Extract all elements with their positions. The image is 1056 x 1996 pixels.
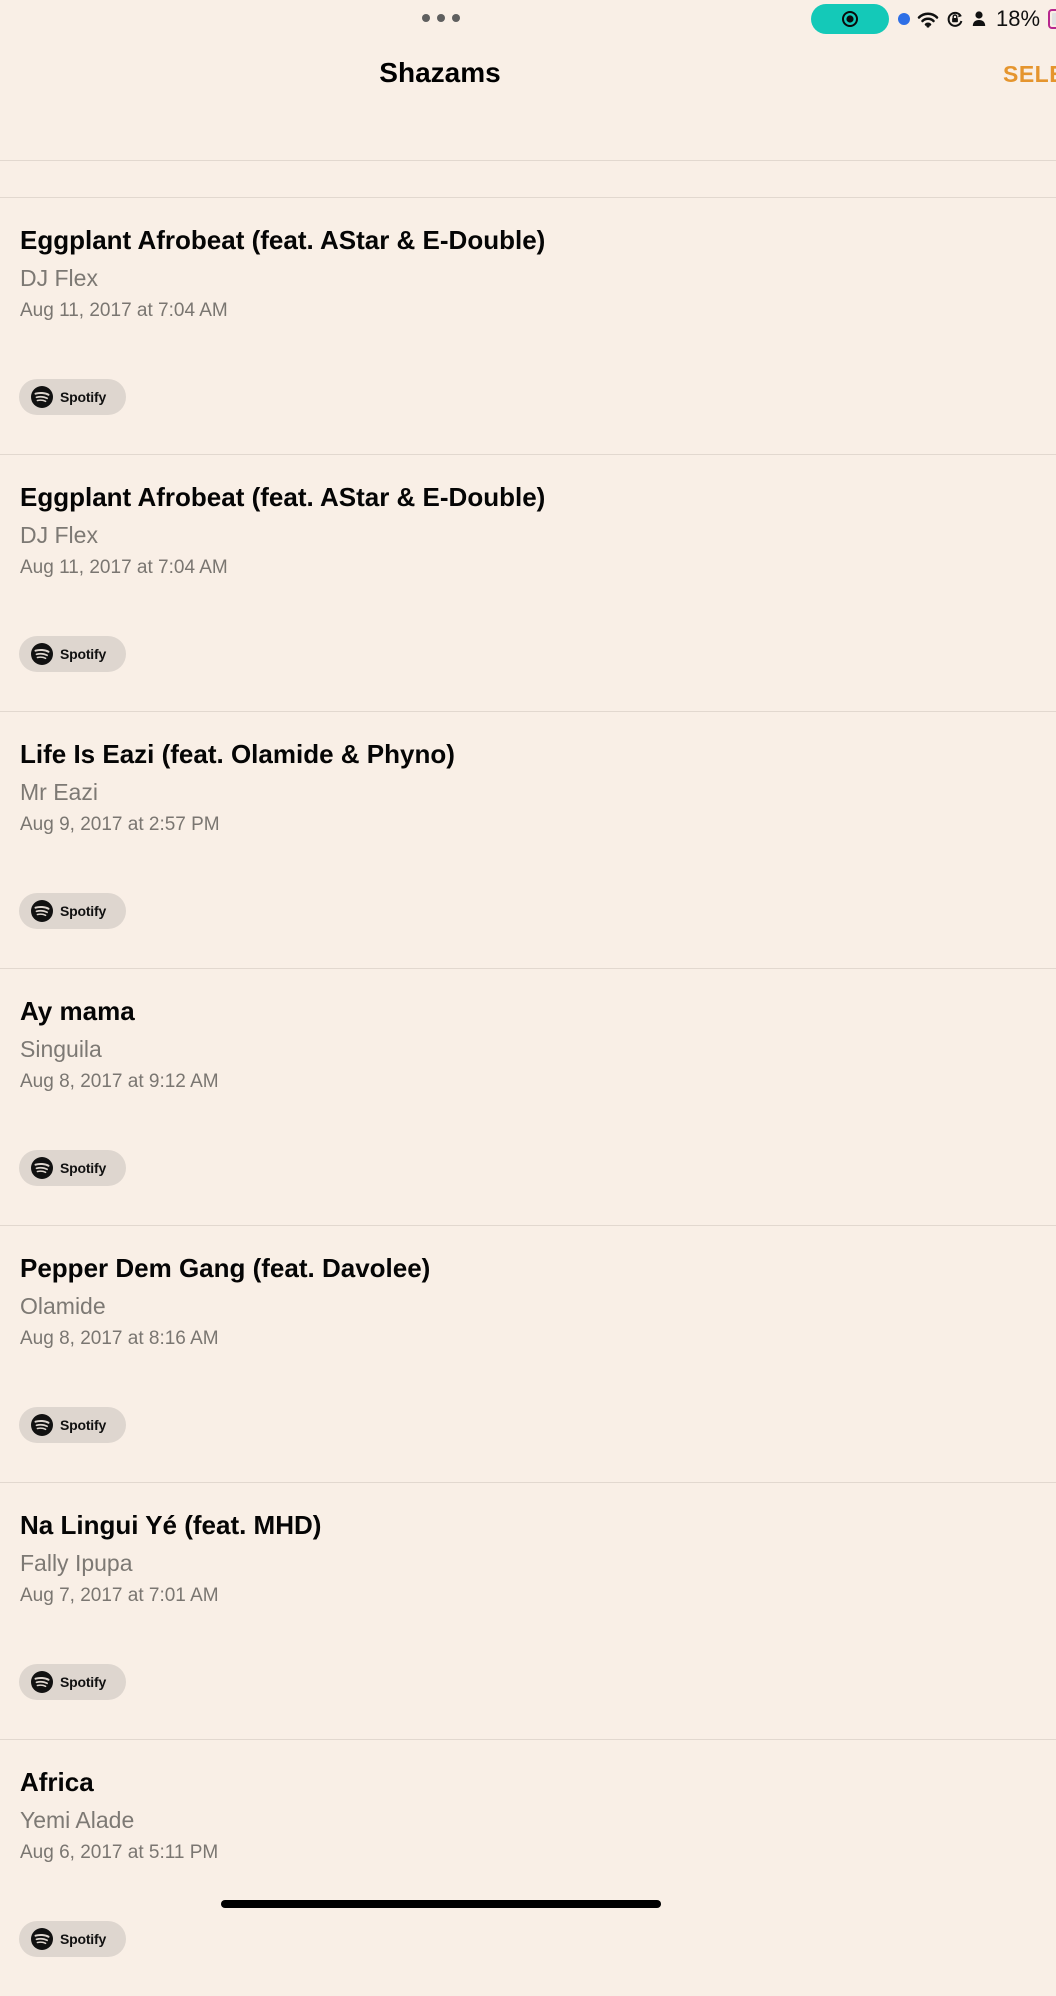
more-dots-icon <box>437 14 445 22</box>
spotify-icon <box>31 643 53 665</box>
spotify-button[interactable]: Spotify <box>19 1921 126 1957</box>
spotify-label: Spotify <box>60 1674 107 1690</box>
spotify-icon <box>31 1414 53 1436</box>
spotify-icon <box>31 1671 53 1693</box>
list-item[interactable]: Na Lingui Yé (feat. MHD) Fally Ipupa Aug… <box>0 1482 1056 1739</box>
spotify-icon <box>31 1928 53 1950</box>
spotify-button[interactable]: Spotify <box>19 379 126 415</box>
shazam-date: Aug 7, 2017 at 7:01 AM <box>20 1585 219 1606</box>
spotify-icon <box>31 386 53 408</box>
battery-percent: 18% <box>996 6 1041 31</box>
artist-name: DJ Flex <box>20 265 98 291</box>
shazam-list: Eggplant Afrobeat (feat. AStar & E-Doubl… <box>0 197 1056 1996</box>
spotify-button[interactable]: Spotify <box>19 893 126 929</box>
list-item[interactable]: Ay mama Singuila Aug 8, 2017 at 9:12 AM … <box>0 968 1056 1225</box>
spotify-icon <box>31 1157 53 1179</box>
list-item[interactable]: Pepper Dem Gang (feat. Davolee) Olamide … <box>0 1225 1056 1482</box>
shazam-date: Aug 6, 2017 at 5:11 PM <box>20 1842 219 1863</box>
spotify-icon <box>31 900 53 922</box>
wifi-icon <box>917 12 939 28</box>
spotify-button[interactable]: Spotify <box>19 1664 126 1700</box>
home-indicator[interactable] <box>221 1900 661 1908</box>
artist-name: DJ Flex <box>20 522 98 548</box>
select-button[interactable]: SELE <box>1003 59 1056 89</box>
song-title: Pepper Dem Gang (feat. Davolee) <box>20 1253 431 1283</box>
list-item[interactable]: Eggplant Afrobeat (feat. AStar & E-Doubl… <box>0 454 1056 711</box>
battery-icon <box>1048 9 1056 29</box>
shazam-date: Aug 8, 2017 at 9:12 AM <box>20 1071 219 1092</box>
screen-record-indicator[interactable] <box>811 4 889 34</box>
shazam-date: Aug 11, 2017 at 7:04 AM <box>20 300 228 321</box>
status-dots[interactable] <box>422 12 460 24</box>
status-icons-row: 18% <box>898 6 1056 32</box>
song-title: Ay mama <box>20 996 135 1026</box>
header-divider <box>0 160 1056 161</box>
artist-name: Mr Eazi <box>20 779 98 805</box>
spotify-label: Spotify <box>60 389 107 405</box>
person-icon <box>972 11 986 26</box>
page-title: Shazams <box>379 57 501 88</box>
song-title: Eggplant Afrobeat (feat. AStar & E-Doubl… <box>20 225 546 255</box>
artist-name: Olamide <box>20 1293 106 1319</box>
more-dots-icon <box>422 14 430 22</box>
more-dots-icon <box>452 14 460 22</box>
song-title: Life Is Eazi (feat. Olamide & Phyno) <box>20 739 455 769</box>
song-title: Na Lingui Yé (feat. MHD) <box>20 1510 322 1540</box>
spotify-button[interactable]: Spotify <box>19 1150 126 1186</box>
artist-name: Fally Ipupa <box>20 1550 133 1576</box>
spotify-label: Spotify <box>60 646 107 662</box>
shazam-date: Aug 11, 2017 at 7:04 AM <box>20 557 228 578</box>
list-item[interactable]: Life Is Eazi (feat. Olamide & Phyno) Mr … <box>0 711 1056 968</box>
spotify-label: Spotify <box>60 903 107 919</box>
spotify-button[interactable]: Spotify <box>19 636 126 672</box>
spotify-button[interactable]: Spotify <box>19 1407 126 1443</box>
list-item[interactable]: Eggplant Afrobeat (feat. AStar & E-Doubl… <box>0 197 1056 454</box>
artist-name: Singuila <box>20 1036 102 1062</box>
list-item[interactable]: Africa Yemi Alade Aug 6, 2017 at 5:11 PM… <box>0 1739 1056 1996</box>
spotify-label: Spotify <box>60 1417 107 1433</box>
artist-name: Yemi Alade <box>20 1807 135 1833</box>
status-right: 18% <box>898 6 1056 32</box>
screen-record-icon <box>842 11 858 27</box>
song-title: Eggplant Afrobeat (feat. AStar & E-Doubl… <box>20 482 546 512</box>
blue-status-dot <box>898 13 910 25</box>
spotify-label: Spotify <box>60 1931 107 1947</box>
shazam-date: Aug 8, 2017 at 8:16 AM <box>20 1328 219 1349</box>
spotify-label: Spotify <box>60 1160 107 1176</box>
rotation-lock-icon <box>947 11 963 27</box>
song-title: Africa <box>20 1767 94 1797</box>
shazam-date: Aug 9, 2017 at 2:57 PM <box>20 814 220 835</box>
